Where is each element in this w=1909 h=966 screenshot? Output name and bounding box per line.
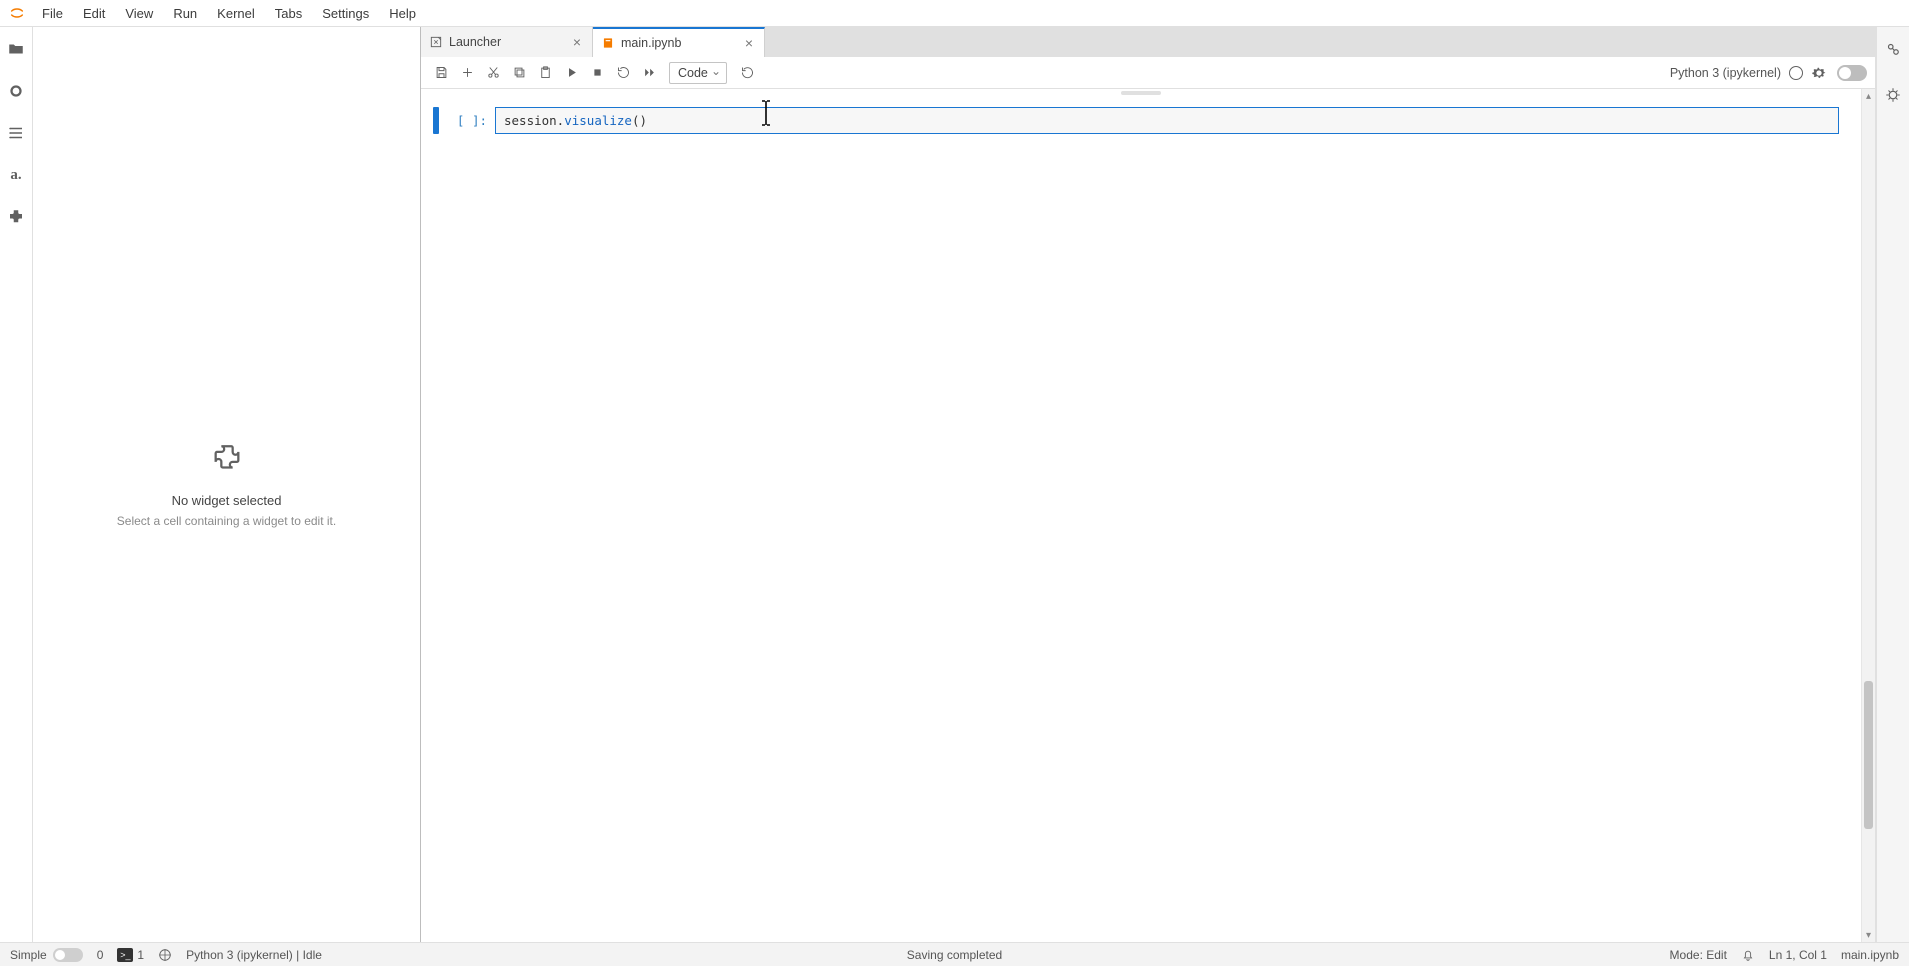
text-cursor-icon [756, 98, 776, 131]
cell-type-select[interactable]: Code [669, 62, 727, 84]
running-icon[interactable] [2, 77, 30, 105]
scroll-track[interactable] [1862, 103, 1875, 928]
add-cell-icon[interactable] [455, 61, 479, 85]
cell-active-bar [433, 107, 439, 134]
launcher-tab-icon [429, 35, 443, 49]
menu-kernel[interactable]: Kernel [207, 2, 265, 25]
save-icon[interactable] [429, 61, 453, 85]
sidebar-title: No widget selected [172, 493, 282, 508]
menubar: File Edit View Run Kernel Tabs Settings … [0, 0, 1909, 27]
statusbar: Simple 0 >_ 1 Python 3 (ipykernel) | Idl… [0, 942, 1909, 966]
menu-tabs[interactable]: Tabs [265, 2, 312, 25]
lsp-status-icon[interactable] [158, 948, 172, 962]
simple-label: Simple [10, 948, 47, 962]
sidebar-widget-panel: No widget selected Select a cell contain… [33, 27, 421, 942]
terminal-icon: >_ [117, 948, 133, 962]
notification-icon[interactable] [1741, 948, 1755, 962]
mode-status[interactable]: Mode: Edit [1670, 948, 1727, 962]
puzzle-icon [210, 442, 244, 479]
simple-toggle[interactable] [53, 948, 83, 962]
ai-icon[interactable]: a. [2, 161, 30, 189]
tab-main-ipynb[interactable]: main.ipynb × [593, 27, 765, 57]
close-icon[interactable]: × [742, 35, 756, 51]
terminal-count[interactable]: >_ 1 [117, 948, 144, 962]
notebook-body[interactable]: [ ]: session.visualize() [421, 89, 1861, 942]
code-token: () [632, 113, 647, 128]
right-rail [1876, 27, 1909, 942]
shell: a. No widget selected Select a cell cont… [0, 27, 1909, 942]
status-center: Saving completed [907, 948, 1002, 962]
extensions-icon[interactable] [2, 203, 30, 231]
render-icon[interactable] [735, 61, 759, 85]
menu-view[interactable]: View [115, 2, 163, 25]
cell-prompt: [ ]: [453, 107, 495, 134]
code-token: session. [504, 113, 564, 128]
left-rail: a. [0, 27, 33, 942]
notebook-toolbar: Code Python 3 (ipykernel) [421, 57, 1875, 89]
code-input[interactable]: session.visualize() [495, 107, 1839, 134]
menu-file[interactable]: File [32, 2, 73, 25]
property-inspector-icon[interactable] [1879, 35, 1907, 63]
kernel-status[interactable]: Python 3 (ipykernel) | Idle [186, 948, 322, 962]
tab-launcher[interactable]: Launcher × [421, 27, 593, 57]
fast-forward-icon[interactable] [637, 61, 661, 85]
tab-label: main.ipynb [621, 36, 742, 50]
menu-settings[interactable]: Settings [312, 2, 379, 25]
run-icon[interactable] [559, 61, 583, 85]
scroll-up-icon[interactable]: ▴ [1862, 89, 1875, 103]
paste-icon[interactable] [533, 61, 557, 85]
menu-run[interactable]: Run [163, 2, 207, 25]
copy-icon[interactable] [507, 61, 531, 85]
drag-handle-icon[interactable] [1121, 91, 1161, 95]
sidebar-subtitle: Select a cell containing a widget to edi… [117, 514, 336, 528]
tab-label: Launcher [449, 35, 570, 49]
tab-row: Launcher × main.ipynb × [421, 27, 1875, 57]
menu-edit[interactable]: Edit [73, 2, 115, 25]
status-file[interactable]: main.ipynb [1841, 948, 1899, 962]
status-count-0[interactable]: 0 [97, 948, 104, 962]
scroll-down-icon[interactable]: ▾ [1862, 928, 1875, 942]
gear-icon[interactable] [1811, 65, 1827, 81]
debugger-icon[interactable] [1879, 81, 1907, 109]
notebook-tab-icon [601, 36, 615, 50]
toc-icon[interactable] [2, 119, 30, 147]
vertical-scrollbar[interactable]: ▴ ▾ [1861, 89, 1875, 942]
scroll-thumb[interactable] [1864, 681, 1873, 830]
code-token: visualize [564, 113, 632, 128]
menu-help[interactable]: Help [379, 2, 426, 25]
main-column: Launcher × main.ipynb × [421, 27, 1876, 942]
restart-icon[interactable] [611, 61, 635, 85]
folder-icon[interactable] [2, 35, 30, 63]
terminal-count-value: 1 [137, 948, 144, 962]
debugger-toggle[interactable] [1837, 65, 1867, 81]
kernel-name[interactable]: Python 3 (ipykernel) [1670, 66, 1781, 80]
stop-icon[interactable] [585, 61, 609, 85]
cut-icon[interactable] [481, 61, 505, 85]
cursor-position[interactable]: Ln 1, Col 1 [1769, 948, 1827, 962]
simple-mode[interactable]: Simple [10, 948, 83, 962]
code-cell[interactable]: [ ]: session.visualize() [433, 107, 1839, 134]
kernel-status-icon[interactable] [1789, 66, 1803, 80]
jupyter-logo-icon [8, 4, 26, 22]
close-icon[interactable]: × [570, 34, 584, 50]
